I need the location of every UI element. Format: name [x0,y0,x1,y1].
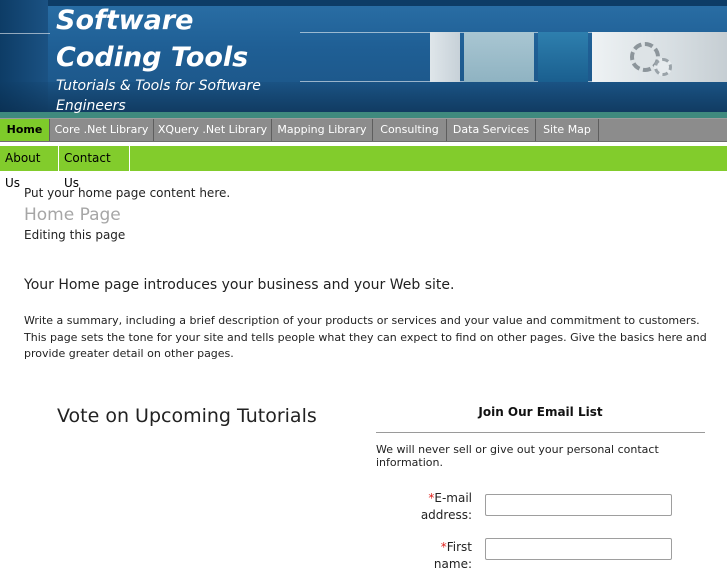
nav-item-site-map[interactable]: Site Map [536,119,599,141]
nav-item-data-services[interactable]: Data Services [447,119,536,141]
vote-heading: Vote on Upcoming Tutorials [57,405,317,427]
sub-nav: About Us Contact Us [0,146,727,190]
subnav-item-about-us[interactable]: About Us [0,146,59,190]
site-tagline: Tutorials & Tools for Software Engineers [56,78,261,114]
nav-item-home[interactable]: Home [0,119,50,141]
email-list-title: Join Our Email List [478,405,603,419]
intro-text: Your Home page introduces your business … [24,277,455,293]
header-photo-tile [538,32,588,82]
header-gear-photo [592,32,727,82]
privacy-note: We will never sell or give out your pers… [376,443,659,469]
header-photo-tile [430,32,460,82]
email-label: *E-mail address: [412,490,472,524]
header-line [0,33,50,34]
site-title[interactable]: Software Coding Tools [56,2,306,76]
nav-item-core-net-library[interactable]: Core .Net Library [50,119,154,141]
nav-item-consulting[interactable]: Consulting [373,119,447,141]
site-header: Software Coding Tools Tutorials & Tools … [0,0,727,118]
email-field[interactable] [485,494,672,516]
first-name-field[interactable] [485,538,672,560]
editing-note: Editing this page [24,228,126,242]
divider [376,432,705,433]
header-photo-tile [464,32,534,82]
nav-item-xquery-net-library[interactable]: XQuery .Net Library [154,119,272,141]
summary-text: Write a summary, including a brief descr… [24,314,707,360]
nav-item-mapping-library[interactable]: Mapping Library [272,119,373,141]
page-title: Home Page [24,205,121,225]
main-nav: Home Core .Net Library XQuery .Net Libra… [0,118,727,142]
subnav-item-contact-us[interactable]: Contact Us [59,146,130,190]
gear-icon [654,58,672,76]
first-name-label: *First name: [412,539,472,573]
placeholder-text: Put your home page content here. [24,186,231,200]
